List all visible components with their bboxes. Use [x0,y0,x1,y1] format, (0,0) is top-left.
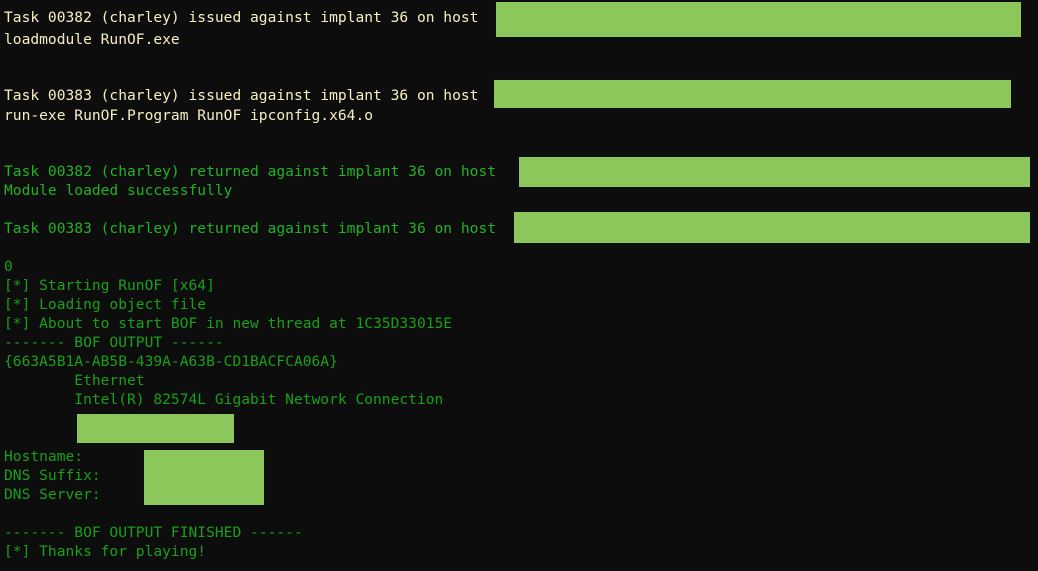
terminal-console[interactable]: Task 00382 (charley) issued against impl… [0,0,1038,571]
output-dns-server-label: DNS Server: [4,486,101,503]
output-hostname-label: Hostname: [4,448,84,465]
output-loading-object-file: [*] Loading object file [4,296,207,313]
task-command-loadmodule: loadmodule RunOF.exe [4,31,180,48]
output-adapter-description: Intel(R) 82574L Gigabit Network Connecti… [4,391,444,408]
output-adapter-guid: {663A5B1A-AB5B-439A-A63B-CD1BACFCA06A} [4,353,338,370]
task-returned-line-00383: Task 00383 (charley) returned against im… [4,220,497,237]
output-adapter-type: Ethernet [4,372,145,389]
output-exit-code: 0 [4,258,13,275]
redaction-host-dns-values [144,450,264,505]
redaction-host-2 [494,80,1011,108]
task-returned-line-00382: Task 00382 (charley) returned against im… [4,163,497,180]
output-bof-start-banner: ------- BOF OUTPUT ------ [4,334,224,351]
task-issued-line-00383: Task 00383 (charley) issued against impl… [4,87,479,104]
task-command-run-exe: run-exe RunOF.Program RunOF ipconfig.x64… [4,107,374,124]
output-starting-runof: [*] Starting RunOF [x64] [4,277,215,294]
output-thanks-for-playing: [*] Thanks for playing! [4,543,207,560]
redaction-mac-address [77,414,234,443]
output-bof-finished-banner: ------- BOF OUTPUT FINISHED ------ [4,524,303,541]
redaction-host-3 [519,157,1030,187]
output-thread-address: [*] About to start BOF in new thread at … [4,315,453,332]
output-dns-suffix-label: DNS Suffix: [4,467,101,484]
task-result-module-loaded: Module loaded successfully [4,182,233,199]
output-mac-address [4,409,74,428]
redaction-host-4 [514,212,1030,243]
task-issued-line-00382: Task 00382 (charley) issued against impl… [4,9,479,26]
redaction-host-1 [496,2,1021,37]
